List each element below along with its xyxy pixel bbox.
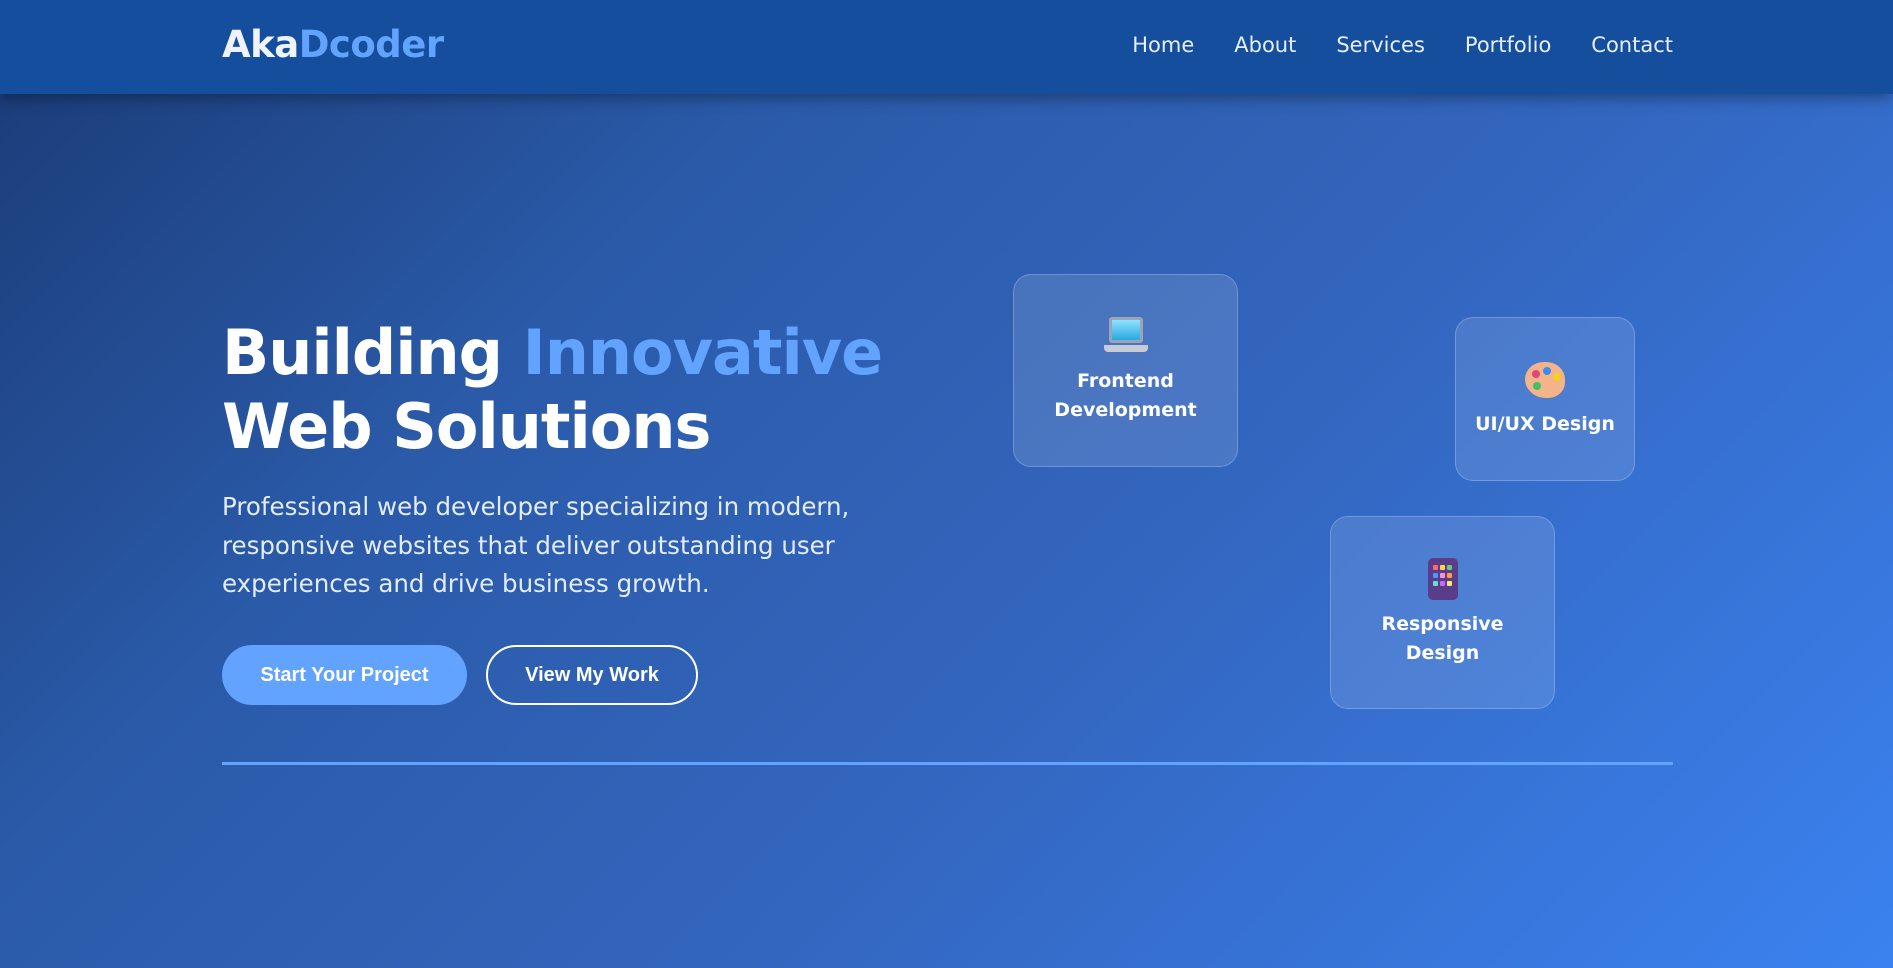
service-card-label: Responsive Design	[1381, 612, 1504, 664]
logo-text-dcoder: Dcoder	[298, 23, 444, 66]
start-project-button[interactable]: Start Your Project	[222, 645, 467, 705]
nav-link-home[interactable]: Home	[1132, 30, 1194, 60]
mobile-phone-icon	[1427, 557, 1458, 600]
service-card-uiux[interactable]: UI/UX Design	[1455, 317, 1635, 481]
service-card-responsive[interactable]: Responsive Design	[1330, 516, 1555, 709]
hero-title-line2: Web Solutions	[222, 390, 711, 463]
site-logo[interactable]: AkaDcoder	[222, 22, 444, 68]
hero-description: Professional web developer specializing …	[222, 492, 850, 598]
nav-link-about[interactable]: About	[1234, 30, 1296, 60]
logo-text-aka: Aka	[222, 23, 299, 66]
hero-title-part1: Building	[222, 316, 523, 389]
palette-icon	[1523, 360, 1567, 400]
hero-title-accent: Innovative	[522, 316, 884, 389]
nav-link-services[interactable]: Services	[1336, 30, 1425, 60]
service-card-label: Frontend Development	[1054, 369, 1197, 421]
service-card-label: UI/UX Design	[1475, 412, 1615, 435]
view-work-button[interactable]: View My Work	[486, 645, 698, 705]
main-navigation: Home About Services Portfolio Contact	[1132, 30, 1673, 60]
service-card-frontend[interactable]: Frontend Development	[1013, 274, 1238, 467]
nav-link-portfolio[interactable]: Portfolio	[1465, 30, 1551, 60]
laptop-icon	[1103, 316, 1148, 357]
nav-link-contact[interactable]: Contact	[1591, 30, 1673, 60]
hero-title: Building Innovative Web Solutions	[222, 316, 884, 464]
hero-divider	[222, 762, 1673, 765]
navbar: AkaDcoder Home About Services Portfolio …	[0, 0, 1893, 94]
